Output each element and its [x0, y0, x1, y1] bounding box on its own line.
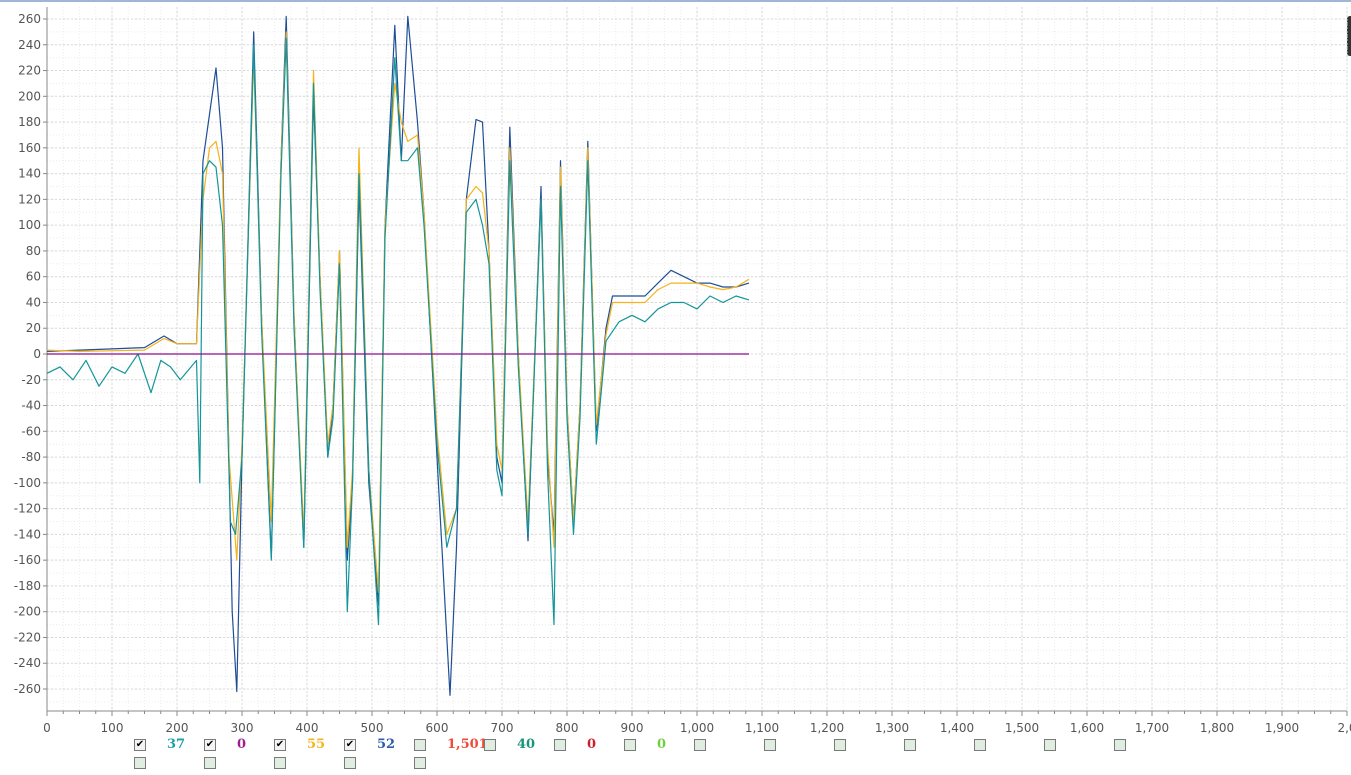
legend-series-value: 52 [377, 737, 396, 752]
y-tick-label: 20 [26, 321, 41, 335]
y-tick-label: -100 [14, 476, 41, 490]
y-tick-label: 240 [18, 38, 41, 52]
line-chart: 260240220200180160140120100806040200-20-… [14, 7, 1351, 735]
x-tick-label: 1,000 [680, 721, 714, 735]
y-tick-label: 160 [18, 141, 41, 155]
y-tick-label: 0 [33, 347, 41, 361]
x-tick-label: 2,0 [1337, 721, 1351, 735]
y-tick-label: -180 [14, 579, 41, 593]
y-tick-label: -200 [14, 605, 41, 619]
legend-series-value: 1,501 [447, 737, 488, 752]
y-tick-label: 40 [26, 295, 41, 309]
legend-series-checkbox[interactable] [834, 739, 846, 751]
legend-series-value: 0 [657, 737, 667, 752]
y-tick-label: 180 [18, 115, 41, 129]
legend-series-checkbox[interactable]: ✔ [274, 739, 286, 751]
y-tick-label: 220 [18, 64, 41, 78]
legend-series-checkbox[interactable] [484, 739, 496, 751]
x-tick-label: 100 [101, 721, 124, 735]
y-tick-label: 260 [18, 12, 41, 26]
x-tick-label: 400 [296, 721, 319, 735]
y-tick-label: 140 [18, 167, 41, 181]
x-tick-label: 1,400 [940, 721, 974, 735]
y-tick-label: -40 [21, 399, 41, 413]
x-tick-label: 500 [361, 721, 384, 735]
legend-series-value: 55 [307, 737, 326, 752]
legend-series-value: 37 [167, 737, 186, 752]
y-tick-label: -20 [21, 373, 41, 387]
series-legend: ✔ 37 ✔ 0 ✔ 55 ✔ 52 1,501 40 0 0 [0, 736, 1351, 775]
series-line-3 [46, 37, 750, 626]
y-tick-label: -120 [14, 502, 41, 516]
y-tick-label: -160 [14, 553, 41, 567]
x-tick-label: 200 [166, 721, 189, 735]
x-tick-label: 900 [621, 721, 644, 735]
legend-series-checkbox[interactable] [134, 757, 146, 769]
legend-series-checkbox[interactable]: ✔ [204, 739, 216, 751]
x-tick-label: 700 [491, 721, 514, 735]
y-tick-label: 100 [18, 218, 41, 232]
legend-series-checkbox[interactable] [1114, 739, 1126, 751]
y-tick-label: 80 [26, 244, 41, 258]
chart-series [46, 15, 750, 697]
legend-series-value: 0 [587, 737, 597, 752]
legend-series-checkbox[interactable] [694, 739, 706, 751]
x-tick-label: 800 [556, 721, 579, 735]
x-tick-label: 1,600 [1070, 721, 1104, 735]
x-tick-label: 1,300 [875, 721, 909, 735]
y-tick-label: 60 [26, 270, 41, 284]
legend-series-checkbox[interactable] [554, 739, 566, 751]
series-line-1 [46, 15, 750, 697]
legend-series-checkbox[interactable] [974, 739, 986, 751]
legend-series-checkbox[interactable] [904, 739, 916, 751]
legend-series-checkbox[interactable] [204, 757, 216, 769]
x-tick-label: 0 [43, 721, 51, 735]
grid-major-lines [46, 7, 1348, 711]
legend-series-checkbox[interactable] [1044, 739, 1056, 751]
y-tick-label: 120 [18, 192, 41, 206]
legend-series-checkbox[interactable] [414, 757, 426, 769]
y-tick-label: -260 [14, 682, 41, 696]
y-tick-label: 200 [18, 89, 41, 103]
legend-series-checkbox[interactable]: ✔ [344, 739, 356, 751]
y-tick-label: -220 [14, 630, 41, 644]
legend-series-checkbox[interactable] [414, 739, 426, 751]
legend-series-checkbox[interactable] [274, 757, 286, 769]
x-tick-label: 300 [231, 721, 254, 735]
y-tick-label: -80 [21, 450, 41, 464]
legend-series-value: 0 [237, 737, 247, 752]
x-tick-label: 1,900 [1265, 721, 1299, 735]
x-tick-label: 1,800 [1200, 721, 1234, 735]
x-tick-label: 1,700 [1135, 721, 1169, 735]
y-tick-label: -60 [21, 424, 41, 438]
x-tick-label: 600 [426, 721, 449, 735]
y-tick-label: -140 [14, 527, 41, 541]
legend-series-checkbox[interactable] [764, 739, 776, 751]
x-tick-label: 1,100 [745, 721, 779, 735]
legend-series-checkbox[interactable]: ✔ [134, 739, 146, 751]
legend-series-checkbox[interactable] [624, 739, 636, 751]
legend-series-value: 40 [517, 737, 536, 752]
x-tick-label: 1,200 [810, 721, 844, 735]
tick-labels: 260240220200180160140120100806040200-20-… [14, 12, 1351, 735]
x-tick-label: 1,500 [1005, 721, 1039, 735]
y-tick-label: -240 [14, 656, 41, 670]
legend-series-checkbox[interactable] [344, 757, 356, 769]
